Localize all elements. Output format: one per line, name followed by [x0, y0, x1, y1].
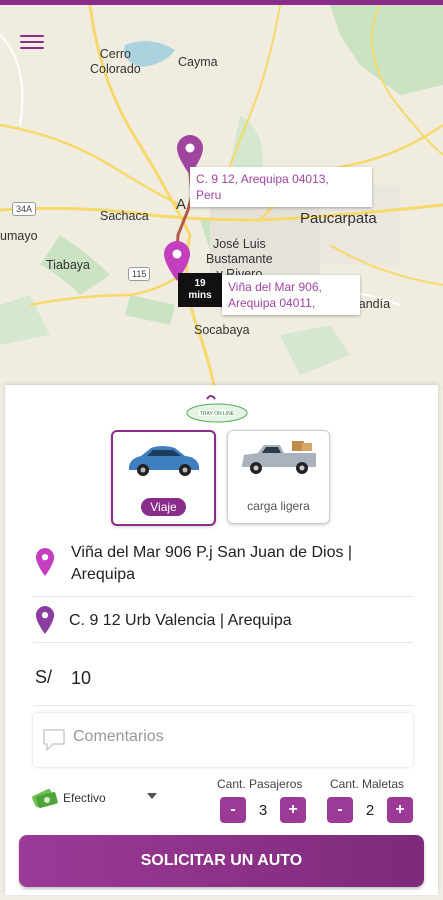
passengers-counter: Cant. Pasajeros - 3 + [217, 777, 306, 823]
luggage-label: Cant. Maletas [330, 777, 405, 791]
luggage-minus-button[interactable]: - [327, 797, 353, 823]
speech-bubble-icon [43, 729, 65, 752]
fare-row[interactable]: S/ 10 [33, 655, 413, 706]
road-shield-115: 115 [128, 267, 151, 281]
luggage-counter: Cant. Maletas - 2 + [327, 777, 413, 823]
origin-map-pin-icon [35, 548, 55, 576]
booking-panel: TRAY ON LINE Viaje carga ligera Viña del… [5, 385, 438, 895]
road-shield-34a: 34A [12, 202, 37, 216]
passengers-plus-button[interactable]: + [280, 797, 306, 823]
sedan-car-icon [129, 446, 199, 476]
map-label-cerro-colorado: Cerro Colorado [90, 47, 141, 76]
eta-unit: mins [188, 290, 212, 301]
payment-method-select[interactable]: Efectivo [25, 780, 205, 816]
luggage-value: 2 [365, 801, 375, 819]
map-label-landia: landía [356, 297, 391, 311]
passengers-minus-button[interactable]: - [220, 797, 246, 823]
hamburger-menu-icon[interactable] [20, 31, 44, 51]
destination-callout: C. 9 12, Arequipa 04013, Peru [190, 167, 372, 207]
map-label-paucarpata: Paucarpata [300, 210, 377, 227]
comment-placeholder: Comentarios [73, 728, 164, 745]
request-ride-button[interactable]: SOLICITAR UN AUTO [19, 835, 424, 887]
map-label-sachaca: Sachaca [100, 209, 149, 223]
origin-callout: Viña del Mar 906, Arequipa 04011, [222, 275, 360, 315]
payment-label: Efectivo [63, 791, 106, 805]
logo-text: TRAY ON LINE [200, 411, 235, 417]
vehicle-option-viaje[interactable]: Viaje [111, 430, 216, 526]
eta-value: 19 [194, 278, 206, 289]
origin-row[interactable]: Viña del Mar 906 P.j San Juan de Dios | … [33, 540, 413, 597]
map-view[interactable]: Cerro Colorado Cayma Sachaca umayo Tiaba… [0, 5, 443, 390]
fare-input[interactable]: 10 [71, 667, 91, 689]
destination-map-pin-icon [35, 606, 55, 634]
origin-address: Viña del Mar 906 P.j San Juan de Dios | … [71, 544, 353, 583]
map-label-tiabaya: Tiabaya [46, 258, 91, 272]
company-logo: TRAY ON LINE [186, 395, 248, 423]
eta-badge: 19 mins [178, 273, 222, 307]
luggage-plus-button[interactable]: + [387, 797, 413, 823]
map-label-arequipa: A [176, 196, 187, 213]
cash-icon [32, 788, 58, 808]
passengers-label: Cant. Pasajeros [217, 777, 303, 791]
passengers-value: 3 [258, 801, 268, 819]
destination-address: C. 9 12 Urb Valencia | Arequipa [69, 612, 292, 629]
comment-field[interactable]: Comentarios [33, 713, 413, 767]
map-label-umayo: umayo [0, 229, 38, 243]
pickup-truck-icon [242, 441, 316, 474]
fare-currency: S/ [35, 667, 53, 687]
vehicle-label-carga-ligera: carga ligera [247, 499, 310, 513]
vehicle-option-carga-ligera[interactable]: carga ligera [227, 430, 330, 524]
chevron-down-icon [147, 793, 157, 799]
map-label-socabaya: Socabaya [194, 323, 250, 337]
vehicle-label-viaje: Viaje [141, 498, 186, 516]
map-label-cayma: Cayma [178, 55, 218, 69]
destination-row[interactable]: C. 9 12 Urb Valencia | Arequipa [33, 598, 413, 643]
